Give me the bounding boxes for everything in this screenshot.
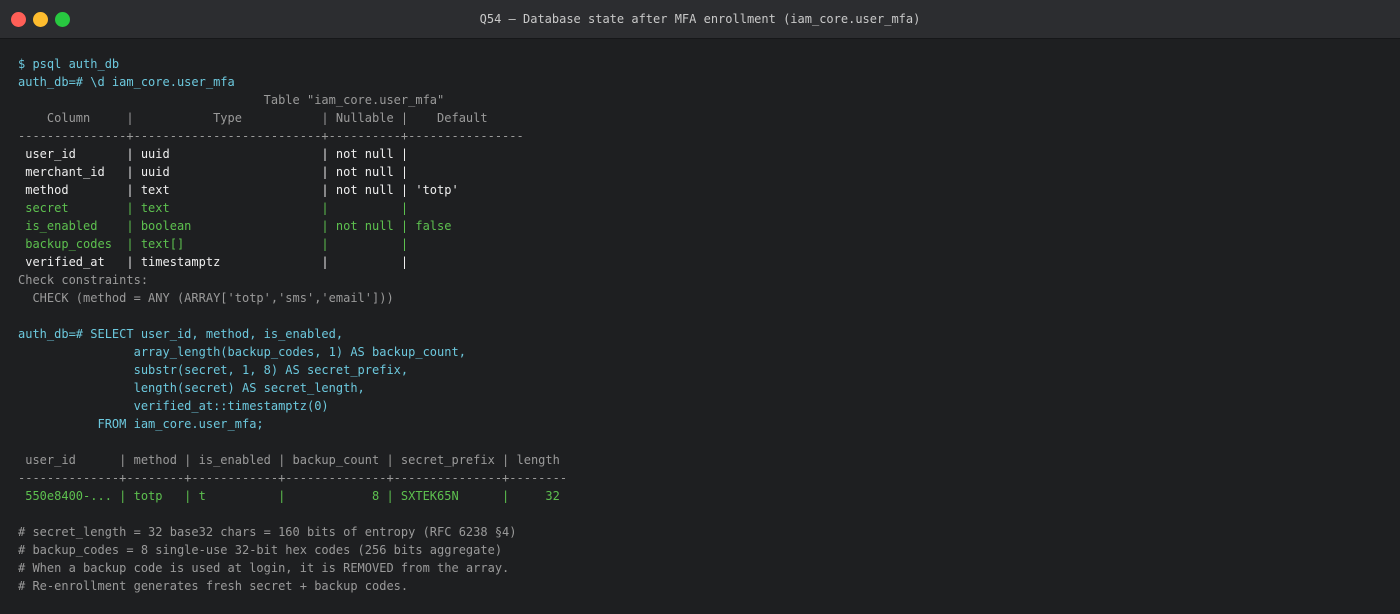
terminal-line: # backup_codes = 8 single-use 32-bit hex… — [18, 543, 503, 557]
terminal-line: Column | Type | Nullable | Default — [18, 111, 488, 125]
terminal-line: substr(secret, 1, 8) AS secret_prefix, — [18, 363, 409, 377]
terminal-line: backup_codes | text[] | | — [18, 237, 409, 251]
terminal-line: user_id | uuid | not null | — [18, 147, 409, 161]
terminal-line: auth_db=# SELECT user_id, method, is_ena… — [18, 327, 344, 341]
terminal-line: FROM iam_core.user_mfa; — [18, 417, 264, 431]
terminal-line: array_length(backup_codes, 1) AS backup_… — [18, 345, 466, 359]
terminal-line: 550e8400-... | totp | t | 8 | SXTEK65N |… — [18, 489, 560, 503]
terminal-window: Q54 — Database state after MFA enrollmen… — [0, 0, 1400, 614]
terminal-line: # When a backup code is used at login, i… — [18, 561, 510, 575]
terminal-line: user_id | method | is_enabled | backup_c… — [18, 453, 560, 467]
terminal-line: verified_at::timestamptz(0) — [18, 399, 329, 413]
terminal-line: # secret_length = 32 base32 chars = 160 … — [18, 525, 517, 539]
terminal-line: auth_db=# \d iam_core.user_mfa — [18, 75, 235, 89]
terminal-line: is_enabled | boolean | not null | false — [18, 219, 452, 233]
terminal-line: method | text | not null | 'totp' — [18, 183, 459, 197]
terminal-line: verified_at | timestamptz | | — [18, 255, 409, 269]
terminal-line: secret | text | | — [18, 201, 409, 215]
terminal-line: $ psql auth_db — [18, 57, 120, 71]
terminal-line: --------------+--------+------------+---… — [18, 471, 568, 485]
terminal-line: # Re-enrollment generates fresh secret +… — [18, 579, 409, 593]
title-bar: Q54 — Database state after MFA enrollmen… — [0, 0, 1400, 39]
terminal-line: Table "iam_core.user_mfa" — [18, 93, 445, 107]
terminal-line: length(secret) AS secret_length, — [18, 381, 365, 395]
terminal-line: CHECK (method = ANY (ARRAY['totp','sms',… — [18, 291, 394, 305]
window-title: Q54 — Database state after MFA enrollmen… — [479, 12, 921, 26]
terminal-line: merchant_id | uuid | not null | — [18, 165, 409, 179]
terminal-line: ---------------+------------------------… — [18, 129, 524, 143]
terminal-line: Check constraints: — [18, 273, 149, 287]
terminal-output[interactable]: $ psql auth_db auth_db=# \d iam_core.user… — [18, 55, 1390, 595]
